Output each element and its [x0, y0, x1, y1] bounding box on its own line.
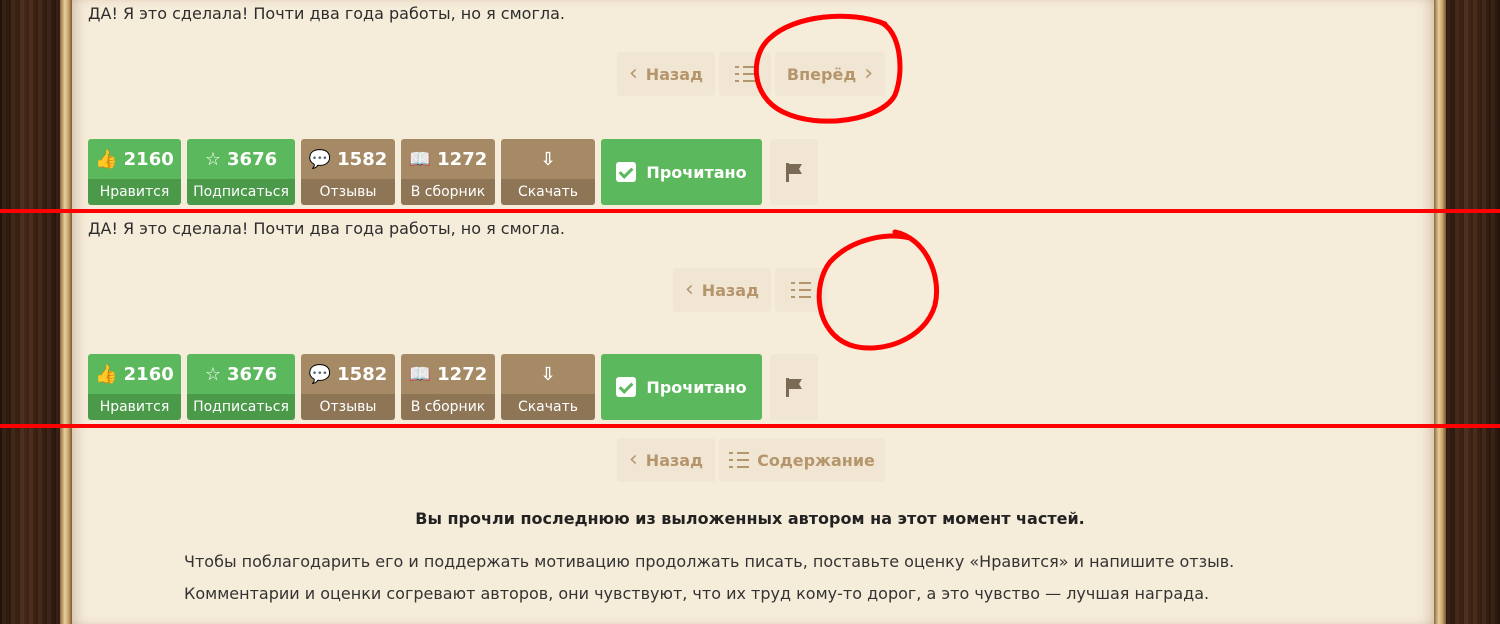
annotation-circle-missing — [816, 229, 940, 351]
annotation-circle-forward — [753, 13, 903, 124]
annotation-overlay — [753, 13, 940, 351]
